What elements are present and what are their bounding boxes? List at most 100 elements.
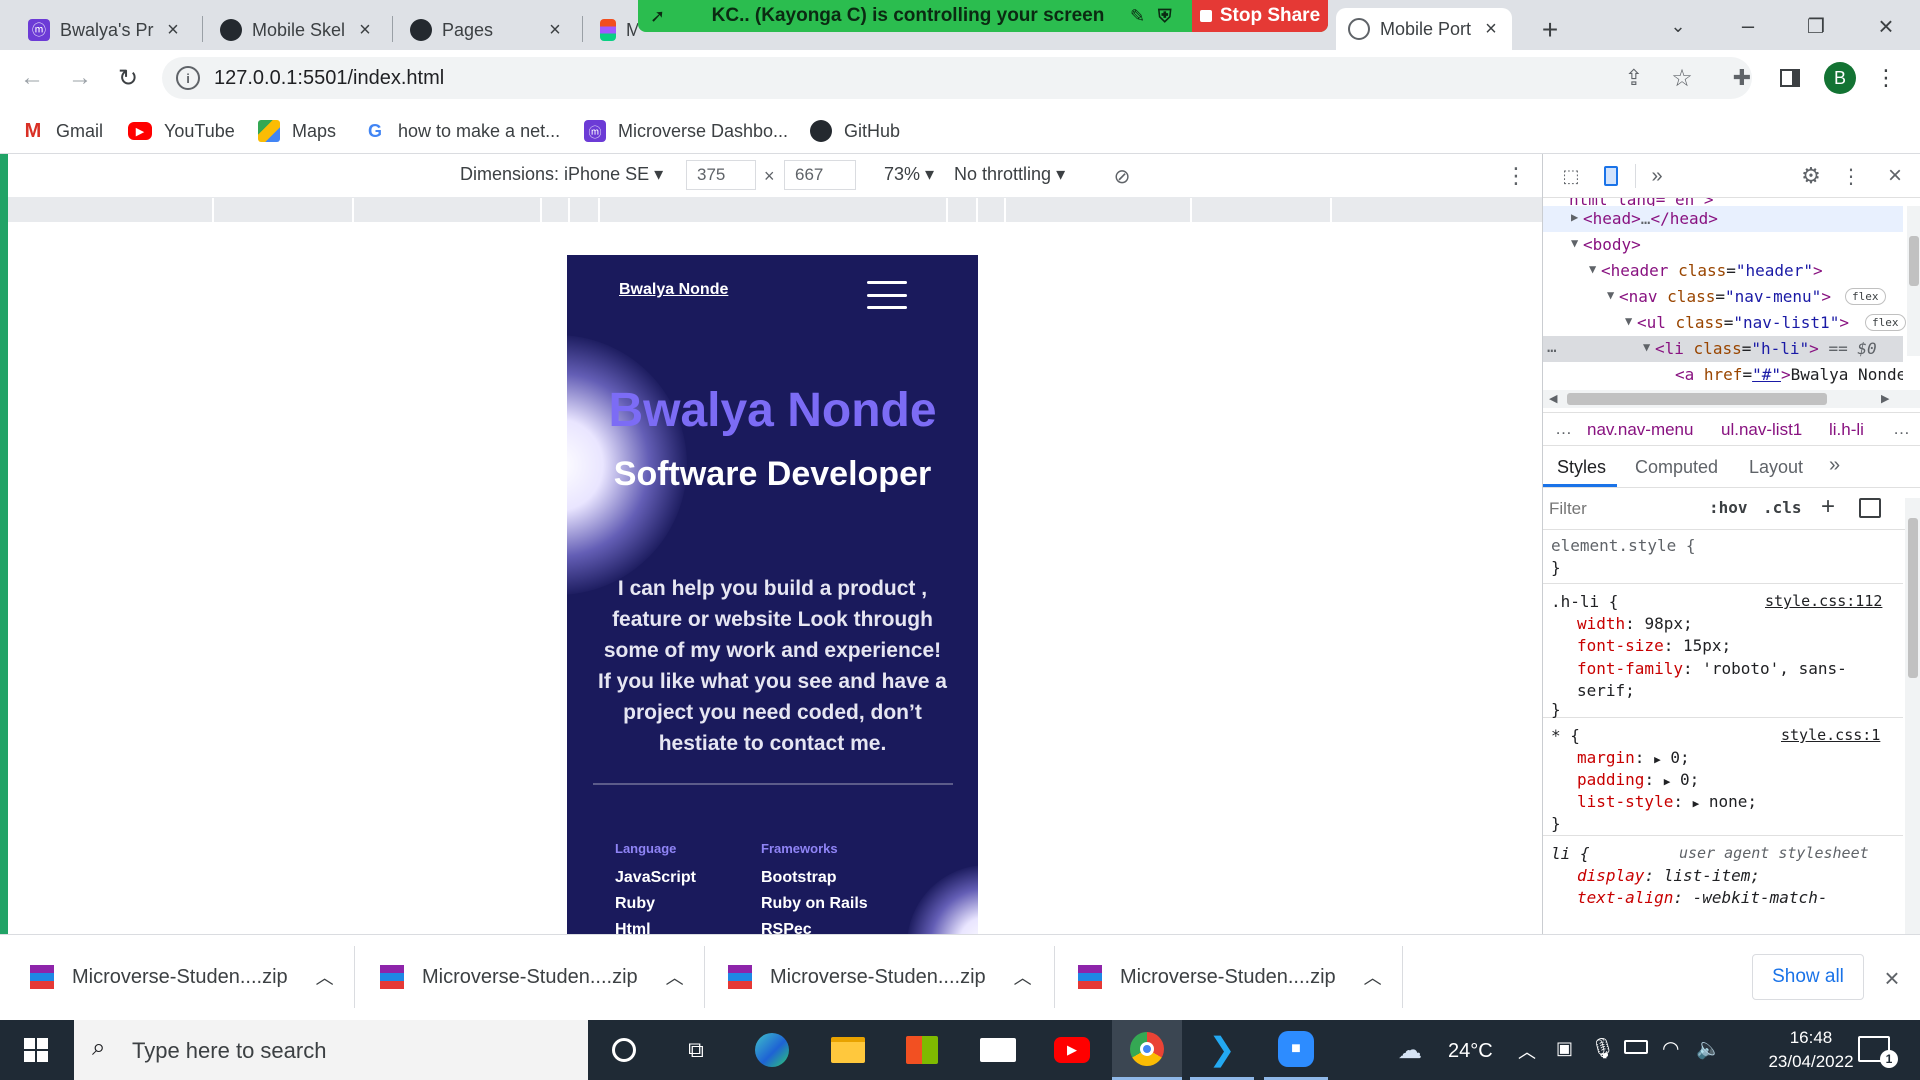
bookmark-maps[interactable]: Maps [258,108,336,154]
throttling-select[interactable]: No throttling ▾ [954,164,1065,185]
dom-node-nav[interactable]: ▼ <nav class="nav-menu"> flex [1543,284,1903,310]
windows-start-button[interactable] [4,1020,68,1080]
profile-avatar[interactable]: B [1824,62,1856,94]
task-view-button[interactable]: ⧉ [664,1020,728,1080]
css-value[interactable]: 0; [1680,770,1699,789]
taskbar-store[interactable] [890,1020,954,1080]
bookmark-gmail[interactable]: M Gmail [22,108,103,154]
devtools-menu-icon[interactable]: ⋮ [1841,162,1861,190]
tab-search-chevron-icon[interactable]: ⌄ [1660,8,1696,44]
battery-icon[interactable] [1624,1040,1648,1054]
node-actions-icon[interactable]: … [1547,337,1557,356]
dom-node-head[interactable]: ▶ <head>…</head> [1543,206,1903,232]
breadcrumb-overflow-icon[interactable]: … [1555,419,1572,439]
new-style-rule-icon[interactable]: + [1821,493,1835,521]
download-item[interactable]: Microverse-Studen....zip ︿ [1078,934,1382,1020]
styles-filter-input[interactable] [1549,494,1689,524]
tab-pages[interactable]: Pages × [398,10,576,50]
chevron-up-icon[interactable]: ︿ [1364,964,1382,990]
inspect-element-icon[interactable]: ⬚ [1557,162,1585,190]
dom-node-anchor[interactable]: <a href="#">Bwalya Nonde [1543,362,1903,388]
bookmark-youtube[interactable]: ▶ YouTube [128,108,235,154]
style-rule-universal[interactable]: * { style.css:1 margin: ▶ 0; padding: ▶ … [1543,722,1903,836]
minimize-button[interactable]: – [1728,8,1768,44]
device-toolbar-more-icon[interactable]: ⋮ [1504,162,1528,190]
hamburger-menu-icon[interactable] [867,281,907,309]
flex-badge[interactable]: flex [1865,314,1906,331]
breadcrumb-item[interactable]: li.h-li [1829,420,1864,440]
close-icon[interactable]: × [162,19,184,42]
bookmark-star-icon[interactable]: ☆ [1666,62,1698,94]
more-tabs-icon[interactable]: » [1829,454,1840,477]
taskbar-vscode[interactable]: ❯ [1190,1020,1254,1080]
expand-arrow-icon[interactable]: ▶ [1693,797,1700,810]
css-property[interactable]: padding [1577,770,1644,789]
bookmark-github[interactable]: GitHub [810,108,900,154]
style-rule-h-li[interactable]: .h-li { style.css:112 width: 98px; font-… [1543,588,1903,719]
scroll-right-icon[interactable]: ▶ [1881,392,1889,405]
breadcrumb-item[interactable]: ul.nav-list1 [1721,420,1802,440]
dom-node-header[interactable]: ▼ <header class="header"> [1543,258,1903,284]
download-item[interactable]: Microverse-Studen....zip ︿ [728,934,1032,1020]
dom-vertical-scrollbar[interactable] [1907,206,1920,356]
url-text[interactable]: 127.0.0.1:5501/index.html [214,67,444,90]
bookmark-google-search[interactable]: G how to make a net... [364,108,560,154]
weather-temperature[interactable]: 24°C [1448,1040,1493,1063]
css-property[interactable]: font-family [1577,659,1683,678]
device-width-input[interactable]: 375 [686,160,756,190]
more-tabs-icon[interactable]: » [1643,162,1671,190]
css-property[interactable]: width [1577,614,1625,633]
rule-source-link[interactable]: style.css:1 [1781,726,1880,744]
chevron-up-icon[interactable]: ︿ [1014,964,1032,990]
close-devtools-icon[interactable]: × [1881,162,1909,190]
rule-source-link[interactable]: style.css:112 [1765,592,1882,610]
breadcrumb-item[interactable]: nav.nav-menu [1587,420,1693,440]
back-button[interactable]: ← [14,60,50,96]
microphone-icon[interactable]: 🎙 [1590,1036,1615,1061]
nav-home-link[interactable]: Bwalya Nonde [619,281,728,299]
toggle-sidebar-icon[interactable] [1859,498,1881,518]
taskbar-zoom[interactable]: ■ [1264,1020,1328,1080]
tab-styles[interactable]: Styles [1557,457,1606,478]
site-info-icon[interactable]: i [176,66,200,90]
stop-share-button[interactable]: Stop Share [1192,0,1328,32]
taskbar-file-explorer[interactable] [816,1020,880,1080]
css-property[interactable]: font-size [1577,636,1664,655]
cortana-button[interactable] [592,1020,656,1080]
tab-layout[interactable]: Layout [1749,457,1803,478]
css-value[interactable]: none; [1709,792,1757,811]
dom-node-ul[interactable]: ▼ <ul class="nav-list1"> flex [1543,310,1906,336]
extensions-icon[interactable]: ✚ [1726,62,1758,94]
close-icon[interactable]: × [544,19,566,42]
css-value[interactable]: 0; [1670,748,1689,767]
hov-toggle[interactable]: :hov [1709,498,1748,517]
browser-menu-icon[interactable]: ⋮ [1872,62,1900,94]
window-close-button[interactable]: × [1866,8,1906,44]
settings-gear-icon[interactable]: ⚙ [1797,162,1825,190]
scroll-left-icon[interactable]: ◀ [1549,392,1557,405]
css-value[interactable]: 98px; [1644,614,1692,633]
meet-now-icon[interactable]: ▣ [1556,1038,1573,1059]
tab-computed[interactable]: Computed [1635,457,1718,478]
reload-button[interactable]: ↻ [110,60,146,96]
css-property[interactable]: margin [1577,748,1635,767]
css-property[interactable]: list-style [1577,792,1673,811]
dom-node-body[interactable]: ▼ <body> [1543,232,1903,258]
device-height-input[interactable]: 667 [784,160,856,190]
rotate-icon[interactable]: ⊘ [1108,162,1136,190]
tab-mobile-skeleton[interactable]: Mobile Skel × [208,10,386,50]
zoom-select[interactable]: 73% ▾ [884,164,934,185]
taskbar-edge[interactable] [740,1020,804,1080]
show-all-downloads-button[interactable]: Show all [1752,954,1864,1000]
forward-button[interactable]: → [62,60,98,96]
download-item[interactable]: Microverse-Studen....zip ︿ [380,934,684,1020]
close-icon[interactable]: × [1480,18,1502,41]
device-dimensions-select[interactable]: Dimensions: iPhone SE ▾ [460,164,663,185]
collapse-arrow-icon[interactable]: ▼ [1643,340,1650,354]
taskbar-mail[interactable] [966,1020,1030,1080]
collapse-arrow-icon[interactable]: ▼ [1607,288,1614,302]
scrollbar-thumb[interactable] [1567,393,1827,405]
breadcrumb-overflow-icon[interactable]: … [1893,419,1910,439]
restore-button[interactable]: ❐ [1796,8,1836,44]
taskbar-clock[interactable]: 16:48 23/04/2022 [1756,1026,1866,1074]
